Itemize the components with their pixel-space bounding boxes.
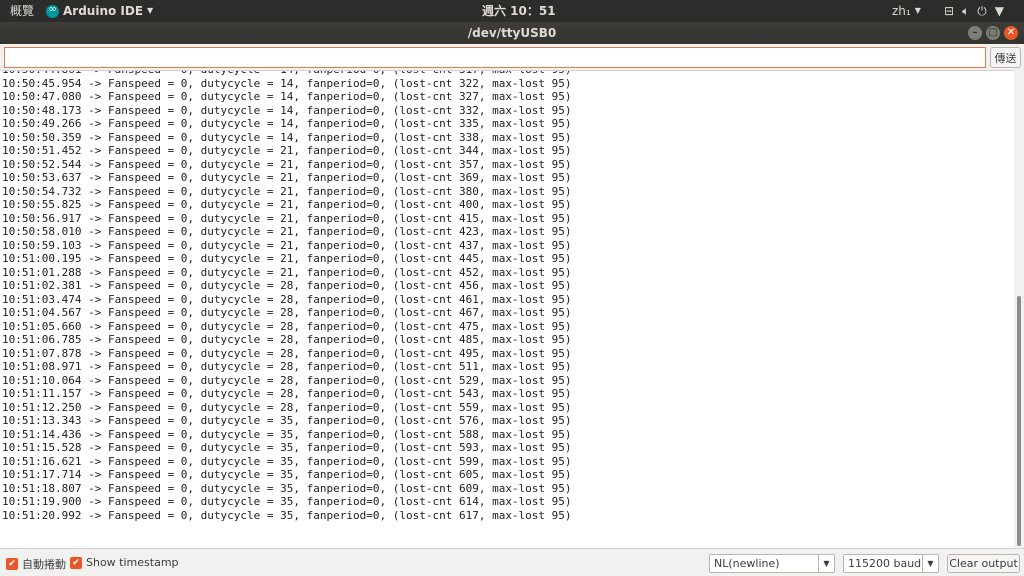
power-icon: ⏻	[977, 4, 987, 18]
output-line: 10:51:13.343 -> Fanspeed = 0, dutycycle …	[2, 414, 572, 427]
show-timestamp-label: Show timestamp	[86, 556, 179, 569]
network-icon: ⊟	[944, 4, 955, 18]
caret-down-icon: ▼	[994, 4, 1004, 18]
output-line: 10:51:11.157 -> Fanspeed = 0, dutycycle …	[2, 387, 572, 400]
output-line: 10:51:15.528 -> Fanspeed = 0, dutycycle …	[2, 441, 572, 454]
minimize-button[interactable]: –	[968, 26, 982, 40]
output-line: 10:50:44.861 -> Fanspeed = 0, dutycycle …	[2, 71, 572, 77]
window-controls: – □ ✕	[968, 26, 1018, 40]
output-lines: 10:50:44.861 -> Fanspeed = 0, dutycycle …	[2, 71, 572, 522]
output-line: 10:51:06.785 -> Fanspeed = 0, dutycycle …	[2, 333, 572, 346]
output-line: 10:50:56.917 -> Fanspeed = 0, dutycycle …	[2, 211, 572, 225]
output-line: 10:51:03.474 -> Fanspeed = 0, dutycycle …	[2, 292, 572, 306]
show-timestamp-checkbox[interactable]: ✔ Show timestamp	[70, 556, 179, 569]
caret-down-icon: ▼	[147, 6, 154, 15]
output-line: 10:51:19.900 -> Fanspeed = 0, dutycycle …	[2, 495, 572, 508]
output-line: 10:51:17.714 -> Fanspeed = 0, dutycycle …	[2, 468, 572, 481]
output-line: 10:51:04.567 -> Fanspeed = 0, dutycycle …	[2, 306, 572, 319]
system-tray[interactable]: ⊟ 🔈︎ ⏻ ▼	[944, 0, 1004, 22]
output-line: 10:51:08.971 -> Fanspeed = 0, dutycycle …	[2, 360, 572, 373]
language-label: zh₁	[892, 4, 911, 18]
output-line: 10:50:54.732 -> Fanspeed = 0, dutycycle …	[2, 184, 572, 198]
close-button[interactable]: ✕	[1004, 26, 1018, 40]
system-top-bar: 概覽 Arduino IDE ▼ 週六 10：51 zh₁ ▼ ⊟ 🔈︎ ⏻ ▼	[0, 0, 1024, 22]
serial-output[interactable]: 10:50:44.861 -> Fanspeed = 0, dutycycle …	[0, 70, 1014, 548]
activities-button[interactable]: 概覽	[10, 0, 34, 22]
baud-rate-value: 115200 baud	[848, 557, 922, 570]
arduino-logo-icon	[46, 3, 59, 18]
vertical-scrollbar[interactable]	[1014, 70, 1024, 548]
line-ending-value: NL(newline)	[714, 557, 780, 570]
caret-down-icon: ▼	[914, 6, 921, 15]
bottom-bar: ✔ 自動捲動 ✔ Show timestamp NL(newline) ▼ 11…	[0, 548, 1024, 576]
serial-input-row: 傳送	[0, 44, 1024, 70]
window-title: /dev/ttyUSB0	[467, 26, 557, 40]
output-line: 10:50:45.954 -> Fanspeed = 0, dutycycle …	[2, 76, 572, 90]
clear-output-button[interactable]: Clear output	[947, 554, 1020, 573]
autoscroll-checkbox[interactable]: ✔ 自動捲動	[6, 556, 66, 572]
output-line: 10:50:55.825 -> Fanspeed = 0, dutycycle …	[2, 198, 572, 211]
window-title-bar: /dev/ttyUSB0 – □ ✕	[0, 22, 1024, 44]
output-line: 10:50:53.637 -> Fanspeed = 0, dutycycle …	[2, 171, 572, 184]
maximize-button[interactable]: □	[986, 26, 1000, 40]
output-line: 10:51:07.878 -> Fanspeed = 0, dutycycle …	[2, 346, 572, 360]
chevron-down-icon: ▼	[818, 555, 834, 572]
output-line: 10:50:52.544 -> Fanspeed = 0, dutycycle …	[2, 157, 572, 171]
app-menu[interactable]: Arduino IDE ▼	[46, 0, 153, 22]
serial-input[interactable]	[4, 47, 986, 68]
output-line: 10:51:14.436 -> Fanspeed = 0, dutycycle …	[2, 427, 572, 441]
output-line: 10:50:49.266 -> Fanspeed = 0, dutycycle …	[2, 117, 572, 130]
checkmark-icon: ✔	[6, 558, 18, 570]
autoscroll-label: 自動捲動	[22, 558, 66, 571]
app-menu-label: Arduino IDE	[63, 4, 144, 18]
output-line: 10:51:02.381 -> Fanspeed = 0, dutycycle …	[2, 279, 572, 292]
output-line: 10:51:10.064 -> Fanspeed = 0, dutycycle …	[2, 373, 572, 387]
baud-rate-select[interactable]: 115200 baud ▼	[843, 554, 939, 573]
output-line: 10:51:01.288 -> Fanspeed = 0, dutycycle …	[2, 265, 572, 279]
output-line: 10:51:12.250 -> Fanspeed = 0, dutycycle …	[2, 400, 572, 414]
line-ending-select[interactable]: NL(newline) ▼	[709, 554, 835, 573]
output-line: 10:50:59.103 -> Fanspeed = 0, dutycycle …	[2, 238, 572, 252]
output-line: 10:50:51.452 -> Fanspeed = 0, dutycycle …	[2, 144, 572, 157]
clock[interactable]: 週六 10：51	[482, 0, 556, 22]
output-line: 10:50:58.010 -> Fanspeed = 0, dutycycle …	[2, 225, 572, 238]
checkmark-icon: ✔	[70, 556, 82, 569]
language-indicator[interactable]: zh₁ ▼	[892, 0, 921, 22]
send-button[interactable]: 傳送	[990, 47, 1021, 68]
scrollbar-thumb[interactable]	[1017, 296, 1021, 546]
output-line: 10:50:48.173 -> Fanspeed = 0, dutycycle …	[2, 103, 572, 117]
output-line: 10:51:00.195 -> Fanspeed = 0, dutycycle …	[2, 252, 572, 265]
output-line: 10:51:20.992 -> Fanspeed = 0, dutycycle …	[2, 508, 572, 522]
output-line: 10:51:18.807 -> Fanspeed = 0, dutycycle …	[2, 481, 572, 495]
output-line: 10:50:47.080 -> Fanspeed = 0, dutycycle …	[2, 90, 572, 103]
volume-icon: 🔈︎	[962, 4, 970, 18]
output-line: 10:50:50.359 -> Fanspeed = 0, dutycycle …	[2, 130, 572, 144]
chevron-down-icon: ▼	[922, 555, 938, 572]
output-line: 10:51:16.621 -> Fanspeed = 0, dutycycle …	[2, 454, 572, 468]
output-line: 10:51:05.660 -> Fanspeed = 0, dutycycle …	[2, 319, 572, 333]
